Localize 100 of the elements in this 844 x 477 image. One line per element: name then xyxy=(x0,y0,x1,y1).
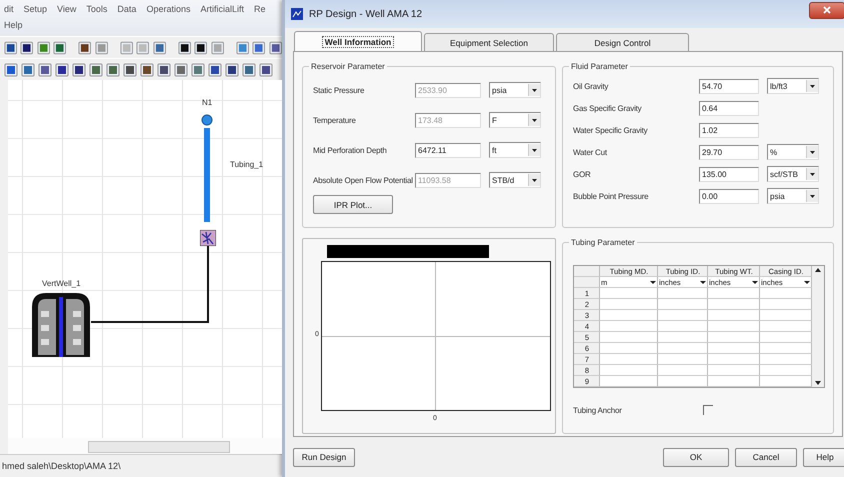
input-field[interactable]: 29.70 xyxy=(699,144,759,160)
table-cell[interactable] xyxy=(708,288,760,299)
table-cell[interactable] xyxy=(658,365,708,376)
tool-icon[interactable] xyxy=(225,62,239,76)
unit-dropdown[interactable]: ft xyxy=(489,142,541,158)
tool-icon[interactable] xyxy=(72,62,86,76)
dropdown-arrow-icon[interactable] xyxy=(649,278,657,286)
table-cell[interactable] xyxy=(708,299,760,310)
ok-button[interactable]: OK xyxy=(663,448,729,466)
node-icon[interactable] xyxy=(201,114,213,126)
table-cell[interactable] xyxy=(760,354,812,365)
table-cell[interactable] xyxy=(600,332,658,343)
well-icon[interactable] xyxy=(32,293,90,357)
tab[interactable]: Equipment Selection xyxy=(424,33,554,51)
menu-item[interactable]: Help xyxy=(4,20,23,30)
table-cell[interactable] xyxy=(600,343,658,354)
table-cell[interactable] xyxy=(658,343,708,354)
run-design-button[interactable]: Run Design xyxy=(293,448,355,466)
tool-icon[interactable] xyxy=(4,40,18,54)
table-cell[interactable] xyxy=(708,321,760,332)
tubing-pipe[interactable] xyxy=(203,128,211,222)
table-cell[interactable] xyxy=(658,321,708,332)
table-cell[interactable] xyxy=(658,376,708,387)
table-cell[interactable] xyxy=(708,365,760,376)
tool-icon[interactable] xyxy=(268,40,282,54)
dropdown-arrow-icon[interactable] xyxy=(803,278,811,286)
node-label: N1 xyxy=(202,98,212,107)
table-cell[interactable] xyxy=(760,288,812,299)
cancel-button[interactable]: Cancel xyxy=(735,448,797,466)
tool-icon[interactable] xyxy=(55,62,69,76)
table-cell[interactable] xyxy=(760,376,812,387)
field-label: GOR xyxy=(573,170,592,178)
choke-icon[interactable] xyxy=(200,230,216,246)
dropdown-arrow-icon[interactable] xyxy=(699,278,707,286)
input-field[interactable]: 1.02 xyxy=(699,122,759,138)
checkbox[interactable] xyxy=(703,405,713,415)
table-cell[interactable] xyxy=(760,365,812,376)
tool-icon[interactable] xyxy=(20,40,34,54)
table-cell[interactable] xyxy=(760,343,812,354)
ipr-plot-button[interactable]: IPR Plot... xyxy=(313,195,393,214)
table-cell[interactable] xyxy=(658,288,708,299)
tool-icon[interactable] xyxy=(259,62,273,76)
menu-item[interactable]: dit xyxy=(4,4,14,14)
table-cell[interactable] xyxy=(708,332,760,343)
field-label: Water Specific Gravity xyxy=(573,126,648,134)
table-cell[interactable] xyxy=(600,321,658,332)
table-cell[interactable] xyxy=(708,310,760,321)
checkbox-label: Tubing Anchor xyxy=(573,406,623,414)
table-cell[interactable] xyxy=(708,343,760,354)
unit-dropdown[interactable]: scf/STB xyxy=(767,166,819,182)
table-cell[interactable] xyxy=(760,332,812,343)
input-field[interactable]: 135.00 xyxy=(699,166,759,182)
menu-item[interactable]: Setup xyxy=(24,4,48,14)
scroll-down-icon[interactable] xyxy=(814,379,822,387)
menu-item[interactable]: ArtificialLift xyxy=(200,4,244,14)
table-cell[interactable] xyxy=(708,376,760,387)
menu-item[interactable]: Data xyxy=(117,4,136,14)
dropdown-arrow-icon[interactable] xyxy=(751,278,759,286)
input-field[interactable]: 0.64 xyxy=(699,100,759,116)
table-cell[interactable] xyxy=(760,321,812,332)
table-cell[interactable] xyxy=(600,288,658,299)
tool-icon[interactable] xyxy=(157,62,171,76)
input-field[interactable]: 6472.11 xyxy=(415,142,481,158)
menu-item[interactable]: Re xyxy=(254,4,266,14)
tool-icon[interactable] xyxy=(194,40,208,54)
unit-dropdown[interactable]: psia xyxy=(767,188,819,204)
tool-icon[interactable] xyxy=(178,40,192,54)
help-button[interactable]: Help xyxy=(803,448,844,466)
table-cell[interactable] xyxy=(760,310,812,321)
close-button[interactable] xyxy=(809,2,844,18)
table-cell[interactable] xyxy=(600,299,658,310)
unit-dropdown[interactable]: % xyxy=(767,144,819,160)
table-cell[interactable] xyxy=(760,299,812,310)
table-cell[interactable] xyxy=(658,299,708,310)
tool-icon[interactable] xyxy=(208,62,222,76)
menu-item[interactable]: Operations xyxy=(146,4,190,14)
table-cell[interactable] xyxy=(658,310,708,321)
table-cell[interactable] xyxy=(600,376,658,387)
tool-icon[interactable] xyxy=(140,62,154,76)
input-field[interactable]: 54.70 xyxy=(699,78,759,94)
tool-icon[interactable] xyxy=(78,40,92,54)
scroll-up-icon[interactable] xyxy=(814,266,822,274)
tool-icon[interactable] xyxy=(123,62,137,76)
tab[interactable]: Well Information xyxy=(294,31,422,51)
unit-dropdown[interactable]: lb/ft3 xyxy=(767,78,819,94)
tab[interactable]: Design Control xyxy=(556,33,689,51)
menu-item[interactable]: View xyxy=(57,4,76,14)
menu-item[interactable]: Tools xyxy=(86,4,108,14)
field-label: Static Pressure xyxy=(313,86,366,94)
table-cell[interactable] xyxy=(658,354,708,365)
horizontal-scrollbar[interactable] xyxy=(8,438,282,454)
table-cell[interactable] xyxy=(600,310,658,321)
input-field[interactable]: 0.00 xyxy=(699,188,759,204)
field-label: Temperature xyxy=(313,116,357,124)
table-cell[interactable] xyxy=(708,354,760,365)
table-cell[interactable] xyxy=(600,365,658,376)
table-cell[interactable] xyxy=(658,332,708,343)
status-bar: hmed saleh\Desktop\AMA 12\ xyxy=(0,454,282,477)
group-title: Reservoir Parameter xyxy=(310,62,386,71)
table-cell[interactable] xyxy=(600,354,658,365)
